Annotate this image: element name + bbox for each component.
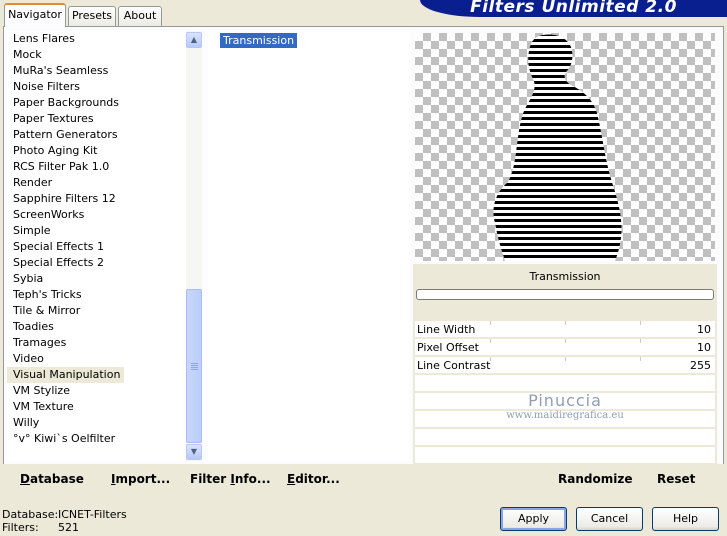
help-button[interactable]: Help [652,507,719,531]
category-scrollbar[interactable]: ▲ ▼ [186,31,202,461]
param-row-pixel-offset[interactable]: Pixel Offset 10 [415,339,715,356]
category-item[interactable]: ScreenWorks [7,207,88,223]
tab-navigator[interactable]: Navigator [4,3,66,27]
category-item[interactable]: Sybia [7,271,47,287]
editor-button[interactable]: Editor... [287,472,340,486]
scroll-down-button[interactable]: ▼ [186,444,202,460]
param-row-empty [415,447,715,464]
category-item[interactable]: Special Effects 2 [7,255,108,271]
watermark-url: www.maidiregrafica.eu [506,410,624,421]
category-item[interactable]: °v° Kiwi`s Oelfilter [7,431,119,447]
param-value: 255 [690,359,711,372]
category-item[interactable]: MuRa's Seamless [7,63,112,79]
tab-about[interactable]: About [118,6,162,26]
category-item[interactable]: Pattern Generators [7,127,122,143]
selected-filter-name: Transmission [529,270,601,283]
preview-silhouette [493,34,622,261]
param-label: Line Width [417,323,476,336]
database-button[interactable]: Database [20,472,84,486]
category-item[interactable]: Render [7,175,56,191]
render-progress-bar [416,289,714,300]
category-item[interactable]: Video [7,351,48,367]
category-item[interactable]: Paper Backgrounds [7,95,123,111]
filter-item-transmission[interactable]: Transmission [220,33,298,48]
param-label: Pixel Offset [417,341,479,354]
category-item[interactable]: Noise Filters [7,79,84,95]
tab-presets[interactable]: Presets [68,6,116,26]
category-item[interactable]: Tile & Mirror [7,303,84,319]
category-item[interactable]: Sapphire Filters 12 [7,191,120,207]
category-item[interactable]: Willy [7,415,43,431]
scroll-thumb[interactable] [186,289,202,443]
category-item[interactable]: Mock [7,47,46,63]
category-item[interactable]: Teph's Tricks [7,287,86,303]
database-value: ICNET-Filters [58,508,127,521]
category-item[interactable]: Photo Aging Kit [7,143,101,159]
category-item[interactable]: RCS Filter Pak 1.0 [7,159,113,175]
category-item[interactable]: Toadies [7,319,58,335]
scroll-up-button[interactable]: ▲ [186,32,202,48]
filters-count-label: Filters: [2,521,39,534]
category-item[interactable]: Paper Textures [7,111,98,127]
category-item[interactable]: VM Stylize [7,383,74,399]
category-list[interactable]: Lens Flares Mock MuRa's Seamless Noise Filt… [7,31,187,461]
randomize-button[interactable]: Randomize [558,472,632,486]
category-item[interactable]: VM Texture [7,399,78,415]
param-label: Line Contrast [417,359,491,372]
app-title-banner: Filters Unlimited 2.0 [420,0,727,17]
watermark-name: Pinuccia [528,391,602,410]
cancel-button[interactable]: Cancel [576,507,643,531]
param-row-empty [415,429,715,446]
category-item[interactable]: Tramages [7,335,70,351]
apply-button[interactable]: Apply [500,507,567,531]
category-item[interactable]: Visual Manipulation [7,367,125,383]
param-row-line-contrast[interactable]: Line Contrast 255 [415,357,715,374]
filter-info-button[interactable]: Filter Info... [190,472,271,486]
database-label: Database: [2,508,59,521]
category-item[interactable]: Simple [7,223,55,239]
param-row-line-width[interactable]: Line Width 10 [415,321,715,338]
param-row-empty [415,375,715,392]
filter-preview [415,33,715,261]
category-item[interactable]: Special Effects 1 [7,239,108,255]
filter-list[interactable]: Transmission [208,31,410,461]
filters-count-value: 521 [58,521,79,534]
reset-button[interactable]: Reset [657,472,695,486]
import-button[interactable]: Import... [111,472,170,486]
category-item[interactable]: Lens Flares [7,31,79,47]
param-value: 10 [697,341,711,354]
param-value: 10 [697,323,711,336]
